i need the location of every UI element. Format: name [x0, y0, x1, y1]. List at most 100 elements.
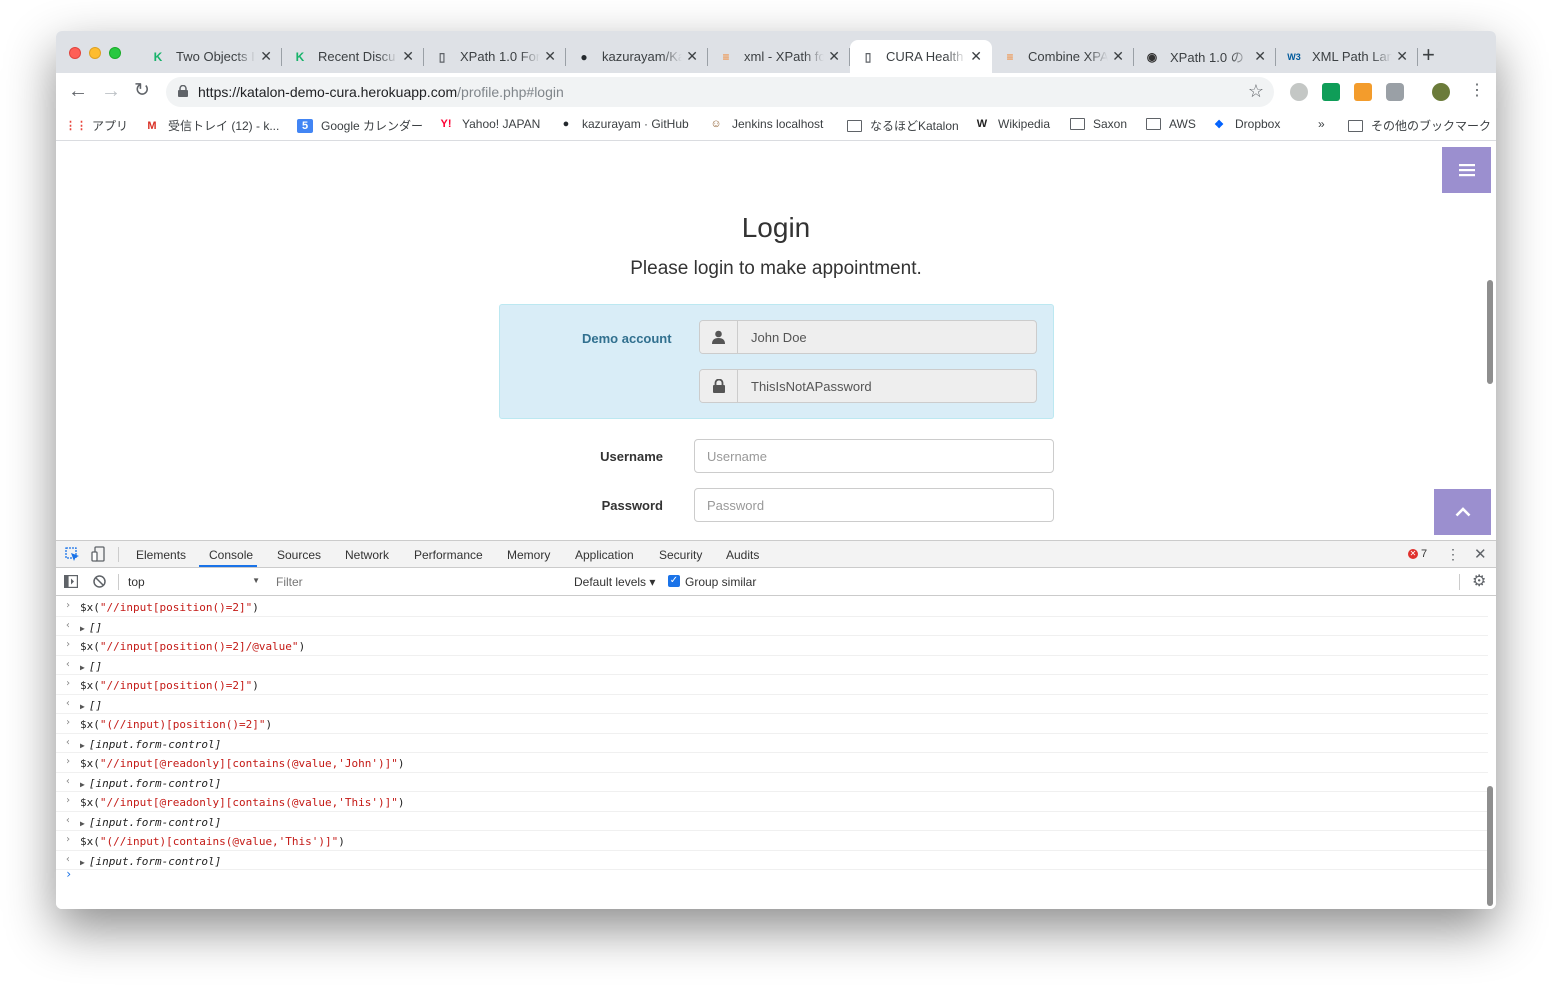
console-result-line[interactable]: ‹ ▶ [input.form-control]	[56, 773, 1488, 792]
devtools-tab-application[interactable]: Application	[575, 548, 634, 562]
bookmark-item[interactable]: W Wikipedia	[974, 117, 1050, 131]
console-result-line[interactable]: ‹ ▶ [input.form-control]	[56, 851, 1488, 870]
bookmark-item[interactable]: ❖ Dropbox	[1211, 117, 1280, 131]
stackoverflow-icon: ≡	[1006, 49, 1014, 64]
console-result-line[interactable]: ‹ ▶[]	[56, 656, 1488, 675]
orange-extension-icon[interactable]	[1354, 83, 1372, 101]
tab-strip: K Two Objects I ✕ K Recent Discu ✕ ▯ XPath 1.0 …	[56, 31, 1496, 73]
bookmark-star-icon[interactable]: ☆	[1248, 81, 1264, 102]
browser-tab[interactable]: K Two Objects I ✕	[140, 40, 282, 73]
camera-extension-icon[interactable]	[1386, 83, 1404, 101]
w3c-icon: W3	[1287, 51, 1301, 62]
close-window-button[interactable]	[69, 47, 81, 59]
page-scrollbar[interactable]	[1487, 280, 1493, 384]
scroll-to-top-button[interactable]	[1434, 489, 1491, 535]
error-counter[interactable]: ✕ 7	[1408, 548, 1427, 560]
back-button[interactable]: ←	[68, 81, 88, 101]
clear-console-icon[interactable]	[93, 575, 106, 588]
expand-triangle-icon[interactable]: ▶	[80, 702, 85, 711]
expand-triangle-icon[interactable]: ▶	[80, 741, 85, 750]
tab-close-icon[interactable]: ✕	[1396, 48, 1408, 65]
browser-tab[interactable]: ≡ Combine XPA ✕	[992, 40, 1134, 73]
devtools-tab-elements[interactable]: Elements	[136, 548, 186, 562]
maximize-window-button[interactable]	[109, 47, 121, 59]
console-result-line[interactable]: ‹ ▶ [input.form-control]	[56, 812, 1488, 831]
devtools-tab-network[interactable]: Network	[345, 548, 389, 562]
browser-tab[interactable]: ▯ XPath 1.0 For ✕	[424, 40, 566, 73]
console-scrollbar[interactable]	[1487, 786, 1493, 906]
console-result-line[interactable]: ‹ ▶ [input.form-control]	[56, 734, 1488, 753]
bookmark-item[interactable]: M 受信トレイ (12) - k...	[144, 117, 279, 134]
command-string: "//input[@readonly][contains(@value,'Joh…	[99, 757, 398, 770]
browser-tab[interactable]: K Recent Discu ✕	[282, 40, 424, 73]
log-levels-dropdown[interactable]: Default levels ▾	[574, 575, 655, 589]
bookmark-label: Jenkins localhost	[732, 117, 824, 131]
menu-toggle-button[interactable]	[1442, 147, 1491, 193]
inspect-element-icon[interactable]	[65, 547, 80, 562]
forward-button[interactable]: →	[101, 81, 121, 101]
chrome-menu-icon[interactable]: ⋮	[1469, 81, 1485, 101]
bookmark-item[interactable]: ⋮⋮ アプリ	[65, 117, 128, 134]
group-similar-checkbox[interactable]: ✓	[668, 575, 680, 587]
minimize-window-button[interactable]	[89, 47, 101, 59]
new-tab-button[interactable]: +	[1422, 44, 1435, 66]
tab-close-icon[interactable]: ✕	[260, 48, 272, 65]
result-chevron-icon: ‹	[65, 697, 72, 709]
expand-triangle-icon[interactable]: ▶	[80, 780, 85, 789]
devtools-tab-performance[interactable]: Performance	[414, 548, 483, 562]
expand-triangle-icon[interactable]: ▶	[80, 663, 85, 672]
password-input[interactable]	[694, 488, 1054, 522]
device-toolbar-icon[interactable]	[91, 546, 105, 562]
other-bookmarks[interactable]: その他のブックマーク	[1347, 117, 1491, 134]
devtools-tab-sources[interactable]: Sources	[277, 548, 321, 562]
console-filter-input[interactable]	[270, 572, 566, 592]
tab-close-icon[interactable]: ✕	[970, 48, 982, 65]
devtools-menu-icon[interactable]: ⋮	[1446, 546, 1460, 563]
expand-triangle-icon[interactable]: ▶	[80, 819, 85, 828]
tab-close-icon[interactable]: ✕	[686, 48, 698, 65]
bookmark-item[interactable]: Y! Yahoo! JAPAN	[438, 117, 541, 131]
bookmark-item[interactable]: 5 Google カレンダー	[297, 117, 423, 134]
browser-tab[interactable]: W3 XML Path Lan ✕	[1276, 40, 1418, 73]
tab-close-icon[interactable]: ✕	[402, 48, 414, 65]
browser-tab[interactable]: ● kazurayam/Ka ✕	[566, 40, 708, 73]
tab-close-icon[interactable]: ✕	[544, 48, 556, 65]
tab-close-icon[interactable]: ✕	[1112, 48, 1124, 65]
drive-extension-icon[interactable]	[1290, 83, 1308, 101]
username-input[interactable]	[694, 439, 1054, 473]
tab-close-icon[interactable]: ✕	[1254, 48, 1266, 65]
close-devtools-icon[interactable]: ✕	[1474, 545, 1487, 563]
bookmark-item[interactable]: ☺ Jenkins localhost	[708, 117, 823, 131]
devtools-tab-memory[interactable]: Memory	[507, 548, 550, 562]
console-command: $x("//input[position()=2]")	[80, 679, 259, 692]
console-result-line[interactable]: ‹ ▶[]	[56, 695, 1488, 714]
bookmark-item[interactable]: ● kazurayam · GitHub	[558, 117, 689, 131]
sidebar-toggle-icon[interactable]	[64, 575, 78, 588]
demo-username-field[interactable]: John Doe	[699, 320, 1037, 354]
context-selector[interactable]: top ▼	[126, 572, 262, 592]
console-result: ▶ [input.form-control]	[80, 777, 221, 790]
console-settings-gear-icon[interactable]: ⚙	[1472, 571, 1486, 591]
tab-close-icon[interactable]: ✕	[828, 48, 840, 65]
devtools-tab-security[interactable]: Security	[659, 548, 702, 562]
devtools-tab-audits[interactable]: Audits	[726, 548, 759, 562]
browser-tab[interactable]: ◉ XPath 1.0 の ✕	[1134, 40, 1276, 73]
reload-button[interactable]: ↻	[134, 81, 150, 101]
expand-triangle-icon[interactable]: ▶	[80, 624, 85, 633]
console-prompt[interactable]: ›	[65, 867, 72, 881]
browser-tab[interactable]: ≡ xml - XPath fo ✕	[708, 40, 850, 73]
demo-password-field[interactable]: ThisIsNotAPassword	[699, 369, 1037, 403]
profile-avatar[interactable]	[1432, 83, 1450, 101]
browser-tab[interactable]: ▯ CURA Health ✕	[850, 40, 992, 73]
devtools-panel: Elements Console Sources Network Performance…	[56, 540, 1496, 909]
bookmarks-overflow-button[interactable]: »	[1318, 117, 1325, 131]
bookmark-item[interactable]: Saxon	[1069, 117, 1127, 131]
console-command: $x("//input[@readonly][contains(@value,'…	[80, 796, 405, 809]
console-result-line[interactable]: ‹ ▶[]	[56, 617, 1488, 636]
bookmark-item[interactable]: AWS	[1145, 117, 1196, 131]
bookmark-item[interactable]: なるほどKatalon	[846, 117, 959, 134]
address-bar[interactable]: https://katalon-demo-cura.herokuapp.com/…	[166, 77, 1274, 107]
devtools-tab-console[interactable]: Console	[209, 548, 253, 562]
sheets-extension-icon[interactable]	[1322, 83, 1340, 101]
expand-triangle-icon[interactable]: ▶	[80, 858, 85, 867]
